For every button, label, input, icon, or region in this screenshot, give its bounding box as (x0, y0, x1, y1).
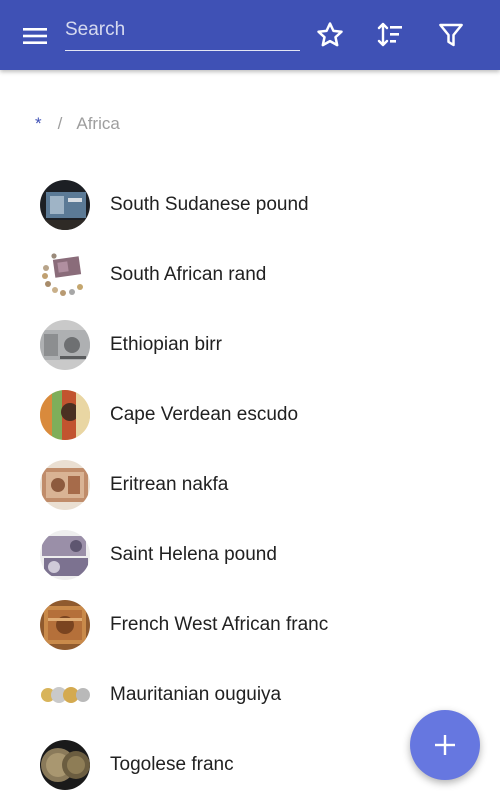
filter-button[interactable] (436, 20, 466, 50)
list-item-label: Saint Helena pound (110, 544, 277, 565)
currency-thumbnail (40, 600, 90, 650)
list-item-label: South African rand (110, 264, 267, 285)
breadcrumb-current: Africa (76, 114, 120, 133)
currency-list: South Sudanese pound South African rand (0, 170, 500, 800)
sort-icon (377, 22, 402, 47)
currency-thumbnail (40, 740, 90, 790)
currency-thumbnail (40, 320, 90, 370)
app-bar (0, 0, 500, 70)
list-item-label: Cape Verdean escudo (110, 404, 299, 425)
breadcrumb-separator: / (57, 114, 63, 133)
filter-icon (439, 23, 463, 47)
list-item-ethiopian-birr[interactable]: Ethiopian birr (0, 310, 500, 380)
plus-icon (435, 735, 455, 755)
sort-button[interactable] (375, 20, 405, 50)
list-item-label: Ethiopian birr (110, 334, 222, 355)
list-item-label: Mauritanian ouguiya (110, 684, 282, 705)
add-button[interactable] (410, 710, 480, 780)
list-item-south-african-rand[interactable]: South African rand (0, 240, 500, 310)
list-item-label: South Sudanese pound (110, 194, 309, 215)
list-item-label: Eritrean nakfa (110, 474, 229, 495)
list-item-eritrean-nakfa[interactable]: Eritrean nakfa (0, 450, 500, 520)
favorites-button[interactable] (315, 20, 345, 50)
breadcrumb: * / Africa (35, 114, 120, 134)
menu-button[interactable] (17, 20, 53, 52)
currency-thumbnail (40, 460, 90, 510)
star-icon (317, 22, 343, 47)
breadcrumb-root-link[interactable]: * (35, 114, 42, 133)
list-item-cape-verdean-escudo[interactable]: Cape Verdean escudo (0, 380, 500, 450)
list-item-south-sudanese-pound[interactable]: South Sudanese pound (0, 170, 500, 240)
currency-thumbnail (40, 530, 90, 580)
currency-thumbnail (40, 180, 90, 230)
currency-thumbnail (40, 250, 90, 300)
list-item-french-west-african-franc[interactable]: French West African franc (0, 590, 500, 660)
list-item-label: Togolese franc (110, 754, 234, 775)
currency-thumbnail (40, 390, 90, 440)
search-field (65, 14, 300, 51)
list-item-label: French West African franc (110, 614, 329, 635)
currency-thumbnail (40, 670, 90, 720)
list-item-saint-helena-pound[interactable]: Saint Helena pound (0, 520, 500, 590)
menu-icon (23, 28, 47, 44)
search-input[interactable] (65, 14, 300, 46)
